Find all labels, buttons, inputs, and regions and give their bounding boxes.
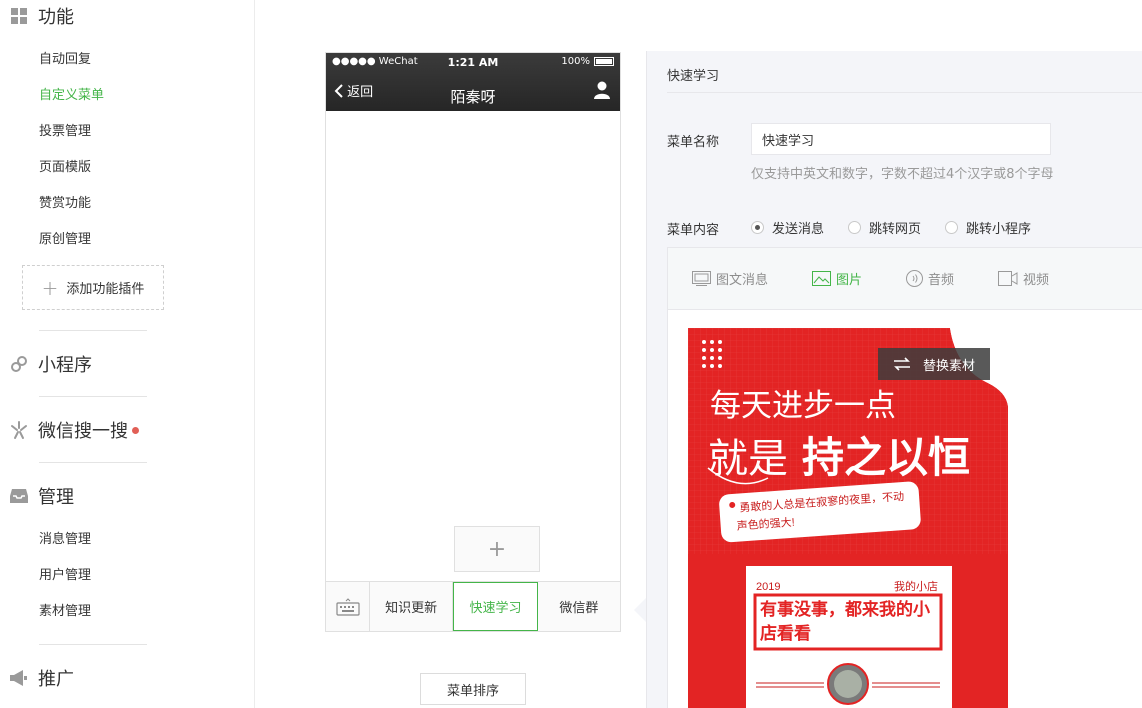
menu-item-quick-learn[interactable]: 快速学习: [453, 582, 538, 631]
selected-image-preview: 每天进步一点 就是 持之以恒 勇敢的人总是在寂寥的夜里，不动 声色的强大! 20…: [688, 328, 1008, 708]
battery-label: 100%: [561, 56, 590, 67]
sidebar-item-reward[interactable]: 赞赏功能: [39, 194, 91, 214]
sidebar: 功能 自动回复 自定义菜单 投票管理 页面模版 赞赏功能 原创管理 + 添加功能…: [0, 0, 255, 708]
sidebar-section-manage[interactable]: 管理: [0, 480, 74, 512]
article-icon: [692, 271, 711, 286]
grid-icon: [0, 8, 38, 24]
battery-icon: [594, 57, 614, 66]
phone-preview: ●●●●● WeChat 1:21 AM 100% 返回 陌秦呀 + 知识更新 …: [325, 52, 621, 632]
add-plugin-button[interactable]: + 添加功能插件: [22, 265, 164, 310]
chat-title: 陌秦呀: [450, 88, 496, 106]
keyboard-icon[interactable]: [326, 582, 370, 631]
section-title: 功能: [38, 7, 74, 28]
sidebar-item-materials[interactable]: 素材管理: [39, 602, 91, 622]
battery-status: 100%: [561, 56, 614, 67]
poster-card-text2: 店看看: [760, 623, 811, 643]
tab-article[interactable]: 图文消息: [692, 269, 768, 288]
radio-icon: [945, 221, 959, 234]
audio-icon: [906, 270, 924, 287]
menu-name-hint: 仅支持中英文和数字，字数不超过4个汉字或8个字母: [751, 167, 1054, 182]
radio-label: 跳转小程序: [966, 222, 1032, 237]
sidebar-item-auto-reply[interactable]: 自动回复: [39, 50, 91, 70]
image-icon: [812, 271, 832, 286]
tab-video[interactable]: 视频: [998, 269, 1049, 288]
menu-editor-panel: 快速学习 菜单名称 快速学习 仅支持中英文和数字，字数不超过4个汉字或8个字母 …: [646, 51, 1142, 708]
notification-badge: [132, 426, 139, 434]
phone-header: ●●●●● WeChat 1:21 AM 100% 返回 陌秦呀: [326, 53, 620, 111]
poster-line1: 每天进步一点: [710, 388, 896, 423]
section-title: 推广: [38, 669, 74, 690]
section-title: 微信搜一搜: [38, 421, 128, 442]
sidebar-item-voting[interactable]: 投票管理: [39, 122, 91, 142]
add-submenu-button[interactable]: +: [454, 526, 540, 572]
section-title: 管理: [38, 487, 74, 508]
menu-item-wechat-group[interactable]: 微信群: [538, 582, 620, 631]
radio-label: 跳转网页: [869, 222, 922, 237]
phone-menu-bar: 知识更新 快速学习 微信群: [326, 581, 620, 631]
message-content-box: 图文消息 图片 音频 视频 每天进步一点 就是 持之以恒 勇敢的人总是在寂寥的夜…: [667, 247, 1142, 708]
poster-line2-b: 持之以恒: [802, 434, 970, 481]
tab-label: 图片: [836, 273, 863, 288]
tab-label: 图文消息: [716, 273, 769, 288]
sidebar-item-messages[interactable]: 消息管理: [39, 530, 91, 550]
menu-item-knowledge[interactable]: 知识更新: [370, 582, 454, 631]
tab-audio[interactable]: 音频: [906, 269, 954, 288]
radio-icon: [848, 221, 862, 234]
menu-name-input[interactable]: 快速学习: [751, 123, 1051, 155]
sparkle-icon: [0, 420, 38, 440]
message-type-tabs: 图文消息 图片 音频 视频: [668, 248, 1142, 310]
sidebar-item-custom-menu[interactable]: 自定义菜单: [39, 86, 104, 106]
sidebar-section-promotion[interactable]: 推广: [0, 662, 74, 694]
radio-label: 发送消息: [772, 222, 825, 237]
divider: [667, 92, 1142, 93]
megaphone-icon: [0, 669, 38, 687]
radio-jump-miniprogram[interactable]: 跳转小程序: [945, 218, 1031, 237]
replace-label: 替换素材: [922, 358, 975, 374]
sidebar-item-page-template[interactable]: 页面模版: [39, 158, 91, 178]
user-icon: [594, 81, 610, 99]
sidebar-section-features[interactable]: 功能: [0, 0, 74, 32]
panel-pointer: [634, 598, 646, 622]
replace-material-button[interactable]: 替换素材: [878, 348, 990, 380]
section-title: 小程序: [38, 355, 92, 376]
poster-card-shop: 我的小店: [894, 579, 938, 593]
radio-send-message[interactable]: 发送消息: [751, 218, 824, 237]
plus-icon: +: [487, 536, 507, 562]
swap-icon: [893, 357, 910, 371]
plus-icon: +: [41, 275, 59, 300]
editor-title: 快速学习: [667, 69, 720, 84]
tab-label: 音频: [928, 273, 955, 288]
divider: [39, 396, 147, 397]
poster-line2-a: 就是: [708, 437, 788, 481]
poster-card-year: 2019: [756, 581, 780, 593]
tab-image[interactable]: 图片: [812, 269, 862, 288]
sidebar-section-mini-program[interactable]: 小程序: [0, 348, 92, 380]
content-type-radios: 发送消息 跳转网页 跳转小程序: [751, 218, 1055, 237]
radio-icon: [751, 221, 764, 234]
poster-card-text1: 有事没事，都来我的小: [760, 599, 930, 619]
divider: [39, 462, 147, 463]
link-icon: [0, 355, 38, 373]
menu-content-label: 菜单内容: [667, 223, 720, 238]
sidebar-item-users[interactable]: 用户管理: [39, 566, 91, 586]
sidebar-section-wechat-search[interactable]: 微信搜一搜: [0, 414, 139, 446]
video-icon: [998, 271, 1018, 286]
inbox-icon: [0, 488, 38, 504]
sidebar-item-original[interactable]: 原创管理: [39, 230, 91, 250]
tab-label: 视频: [1023, 273, 1050, 288]
divider: [39, 644, 147, 645]
menu-name-label: 菜单名称: [667, 135, 720, 150]
add-plugin-label: 添加功能插件: [66, 282, 145, 297]
sort-menu-button[interactable]: 菜单排序: [420, 673, 526, 705]
divider: [39, 330, 147, 331]
radio-jump-webpage[interactable]: 跳转网页: [848, 218, 921, 237]
